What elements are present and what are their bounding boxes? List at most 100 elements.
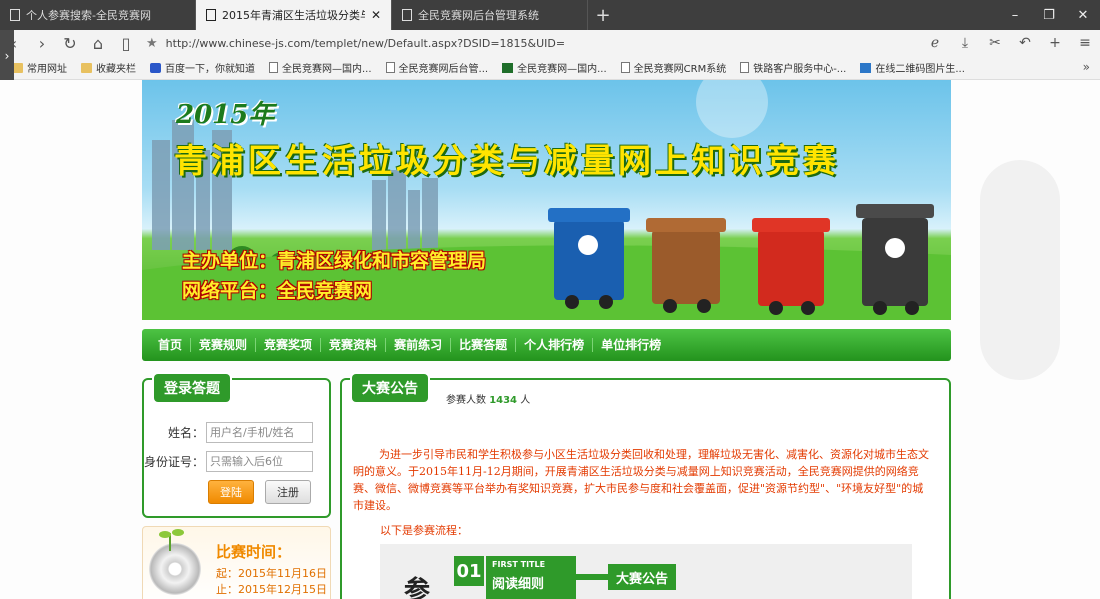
- tab-label: 个人参赛搜索-全民竞赛网: [26, 9, 151, 22]
- bookmark-item[interactable]: 全民竞赛网CRM系统: [620, 60, 727, 75]
- login-panel: 登录答题 姓名： 身份证号： 登陆 注册: [142, 374, 333, 518]
- banner-host: 主办单位：青浦区绿化和市容管理局: [182, 250, 487, 272]
- address-bar: ‹ › ↻ ⌂ ▯ ★ http://www.chinese-js.com/te…: [0, 30, 1100, 56]
- flow-step-name: 阅读细则: [492, 577, 545, 592]
- announcement-body-text: 为进一步引导市民和学生积极参与小区生活垃圾分类回收和处理，理解垃圾无害化、减害化…: [353, 448, 929, 512]
- window-controls: – ❐ ✕: [998, 0, 1100, 30]
- name-label: 姓名：: [167, 426, 204, 440]
- nav-rules[interactable]: 竞赛规则: [191, 338, 257, 352]
- nav-answer[interactable]: 比赛答题: [451, 338, 517, 352]
- undo-icon[interactable]: ↶: [1010, 30, 1040, 56]
- bookmark-item[interactable]: 常用网址: [12, 60, 67, 75]
- flow-first-title: FIRST TITLE: [492, 560, 546, 569]
- page-viewport: 2015年 青浦区生活垃圾分类与减量网上知识竞赛 主办单位：青浦区绿化和市容管理…: [0, 80, 1100, 599]
- login-title: 登录答题: [154, 374, 230, 402]
- name-row: 姓名：: [144, 422, 333, 443]
- home-icon[interactable]: ⌂: [84, 30, 112, 56]
- minimize-icon[interactable]: –: [998, 0, 1032, 30]
- forward-icon[interactable]: ›: [28, 30, 56, 56]
- bookmark-label: 百度一下，你就知道: [165, 64, 255, 75]
- page-icon: [385, 62, 395, 73]
- bookmark-item[interactable]: 百度一下，你就知道: [150, 60, 255, 75]
- bookmark-item[interactable]: 全民竞赛网—国内...: [269, 60, 372, 75]
- flow-intro: 以下是参赛流程：: [380, 524, 468, 537]
- id-label: 身份证号：: [144, 455, 205, 469]
- participants-number: 1434: [489, 395, 518, 406]
- bookmark-item[interactable]: 铁路客户服务中心-...: [740, 60, 846, 75]
- announcement-panel: 大赛公告 参赛人数 1434 人 为进一步引导市民和学生积极参与小区生活垃圾分类…: [340, 374, 951, 599]
- browser-tab-active[interactable]: 2015年青浦区生活垃圾分类与减量网上知识竞赛 ✕: [196, 0, 392, 30]
- flow-image: 参 01 FIRST TITLE 阅读细则 大赛公告: [380, 544, 912, 599]
- reading-view-icon[interactable]: ▯: [112, 30, 140, 56]
- nav-unit-ranking[interactable]: 单位排行榜: [593, 338, 669, 352]
- new-tab-icon[interactable]: +: [588, 0, 618, 30]
- contest-banner: 2015年 青浦区生活垃圾分类与减量网上知识竞赛 主办单位：青浦区绿化和市容管理…: [142, 80, 951, 320]
- bookmark-item[interactable]: 在线二维码图片生...: [860, 60, 965, 75]
- baidu-icon: [150, 62, 161, 73]
- bookmark-label: 全民竞赛网—国内...: [282, 64, 372, 75]
- id-row: 身份证号：: [144, 451, 333, 472]
- js-icon: [502, 62, 514, 73]
- banner-year: 2015年: [176, 100, 275, 130]
- nav-prizes[interactable]: 竞赛奖项: [256, 338, 322, 352]
- contest-start: 起：2015年11月16日: [216, 567, 327, 580]
- more-bookmarks-icon[interactable]: »: [1083, 60, 1090, 74]
- bookmark-label: 在线二维码图片生...: [875, 64, 965, 75]
- flow-big-char: 参: [404, 576, 431, 599]
- flow-step-box: FIRST TITLE 阅读细则: [486, 556, 576, 599]
- download-icon[interactable]: ⤓: [950, 30, 980, 56]
- bookmark-label: 常用网址: [27, 64, 67, 75]
- bookmark-item[interactable]: 全民竞赛网—国内...: [502, 60, 607, 75]
- bookmark-label: 全民竞赛网CRM系统: [633, 64, 727, 75]
- ie-mode-icon[interactable]: ℯ: [920, 30, 950, 56]
- close-tab-icon[interactable]: ✕: [371, 8, 381, 22]
- announcement-title: 大赛公告: [352, 374, 428, 402]
- flow-tag: 大赛公告: [608, 564, 677, 590]
- bookmark-item[interactable]: 全民竞赛网后台管...: [385, 60, 488, 75]
- close-window-icon[interactable]: ✕: [1066, 0, 1100, 30]
- sprout-icon: [159, 529, 184, 551]
- bookmark-label: 收藏夹栏: [96, 64, 136, 75]
- favorite-star-icon[interactable]: ★: [146, 36, 158, 51]
- url-field[interactable]: ★ http://www.chinese-js.com/templet/new/…: [146, 32, 920, 54]
- cut-icon[interactable]: ✂: [980, 30, 1010, 56]
- page-icon: [10, 9, 20, 21]
- page-icon: [740, 62, 750, 73]
- browser-tab-bar: 个人参赛搜索-全民竞赛网 2015年青浦区生活垃圾分类与减量网上知识竞赛 ✕ 全…: [0, 0, 1100, 30]
- browser-tab[interactable]: 全民竞赛网后台管理系统: [392, 0, 588, 30]
- participants-label: 参赛人数: [446, 395, 486, 406]
- add-icon[interactable]: +: [1040, 30, 1070, 56]
- page-icon: [402, 9, 412, 21]
- browser-tab[interactable]: 个人参赛搜索-全民竞赛网: [0, 0, 196, 30]
- login-button[interactable]: 登陆: [208, 480, 254, 504]
- restore-icon[interactable]: ❐: [1032, 0, 1066, 30]
- announcement-body: 为进一步引导市民和学生积极参与小区生活垃圾分类回收和处理，理解垃圾无害化、减害化…: [353, 446, 933, 514]
- name-input[interactable]: [206, 422, 313, 443]
- contest-time-title: 比赛时间：: [216, 543, 292, 561]
- page-icon: [269, 62, 278, 73]
- contest-end: 止：2015年12月15日: [216, 583, 327, 596]
- main-nav: 首页 竞赛规则 竞赛奖项 竞赛资料 赛前练习 比赛答题 个人排行榜 单位排行榜: [142, 329, 951, 361]
- nav-personal-ranking[interactable]: 个人排行榜: [516, 338, 594, 352]
- menu-icon[interactable]: ≡: [1070, 30, 1100, 56]
- participants-unit: 人: [520, 395, 531, 406]
- page-icon: [620, 62, 630, 73]
- register-button[interactable]: 注册: [265, 480, 311, 504]
- page-icon: [206, 9, 216, 21]
- banner-title: 青浦区生活垃圾分类与减量网上知识竞赛: [174, 141, 840, 180]
- bookmark-label: 铁路客户服务中心-...: [753, 64, 847, 75]
- tab-label: 2015年青浦区生活垃圾分类与减量网上知识竞赛: [222, 9, 365, 22]
- background-decoration: [980, 160, 1060, 380]
- flow-step-number: 01: [454, 556, 484, 586]
- nav-practice[interactable]: 赛前练习: [386, 338, 452, 352]
- reload-icon[interactable]: ↻: [56, 30, 84, 56]
- id-input[interactable]: [206, 451, 313, 472]
- nav-materials[interactable]: 竞赛资料: [321, 338, 387, 352]
- bookmark-label: 全民竞赛网—国内...: [517, 64, 607, 75]
- url-text: http://www.chinese-js.com/templet/new/De…: [165, 36, 566, 50]
- qr-icon: [860, 62, 872, 73]
- nav-home[interactable]: 首页: [150, 338, 192, 352]
- sidebar-toggle-icon[interactable]: ›: [0, 30, 14, 82]
- contest-time-panel: 比赛时间： 起：2015年11月16日 止：2015年12月15日: [142, 526, 331, 599]
- bookmark-item[interactable]: 收藏夹栏: [81, 60, 136, 75]
